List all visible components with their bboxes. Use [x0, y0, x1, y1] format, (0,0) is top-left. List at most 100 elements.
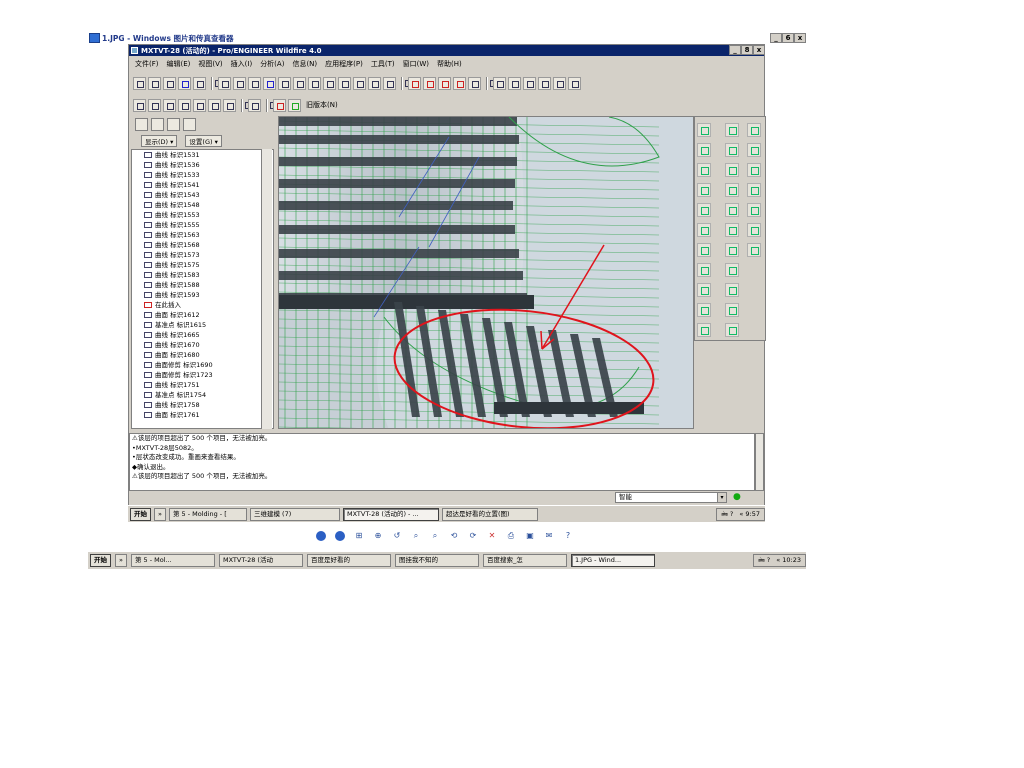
- sweep-tool-icon[interactable]: [697, 303, 711, 317]
- new-file-icon[interactable]: [133, 76, 146, 90]
- model-tab-icon[interactable]: [288, 98, 301, 112]
- delete-icon[interactable]: ✕: [487, 531, 497, 541]
- mapkey-icon[interactable]: [208, 98, 221, 112]
- tree-item[interactable]: 曲面 标识1612: [132, 310, 273, 320]
- curve-tool-icon[interactable]: [697, 183, 711, 197]
- shell-tool-icon[interactable]: [725, 143, 739, 157]
- extend-tool-icon[interactable]: [725, 323, 739, 337]
- actual-size-icon[interactable]: ⊕: [373, 531, 383, 541]
- tree-item[interactable]: 曲线 标识1573: [132, 250, 273, 260]
- open-folder-icon[interactable]: [163, 76, 176, 90]
- shading-icon[interactable]: [538, 76, 551, 90]
- menu-tools[interactable]: 工具(T): [371, 59, 395, 69]
- trim-tool-icon[interactable]: [725, 303, 739, 317]
- favorites-tab-icon[interactable]: [167, 118, 180, 131]
- task-button-active[interactable]: 1.JPG - Wind...: [570, 554, 655, 567]
- thicken-tool-icon[interactable]: [747, 143, 761, 157]
- chamfer-tool-icon[interactable]: [725, 223, 739, 237]
- mirror-icon[interactable]: [193, 98, 206, 112]
- proe-minimize-button[interactable]: _: [729, 45, 741, 55]
- menu-window[interactable]: 窗口(W): [403, 59, 429, 69]
- layers-icon[interactable]: [383, 76, 396, 90]
- csys-icon[interactable]: [453, 76, 466, 90]
- inner-task-button-active[interactable]: MXTVT-28 (活动的) - ...: [342, 507, 439, 521]
- open-for-editing-icon[interactable]: ✉: [544, 531, 554, 541]
- tree-item[interactable]: 曲线 标识1531: [132, 150, 273, 160]
- menu-insert[interactable]: 插入(I): [231, 59, 253, 69]
- context-help-icon[interactable]: [248, 98, 261, 112]
- task-button[interactable]: 百度是好看的: [306, 554, 391, 567]
- solidify-tool-icon[interactable]: [747, 163, 761, 177]
- copy-icon[interactable]: [233, 76, 246, 90]
- inner-start-button[interactable]: 开始: [130, 507, 151, 521]
- window-close-icon[interactable]: [568, 76, 581, 90]
- task-button[interactable]: MXTVT-28 (活动: [218, 554, 303, 567]
- model-tab-label[interactable]: 旧版本(N): [306, 100, 338, 110]
- task-button[interactable]: 百度搜索_怎: [482, 554, 567, 567]
- reorient-icon[interactable]: [353, 76, 366, 90]
- menu-edit[interactable]: 编辑(E): [167, 59, 191, 69]
- tray-icons[interactable]: 🖮 ?: [758, 555, 770, 566]
- tree-item[interactable]: 曲线 标识1548: [132, 200, 273, 210]
- menu-file[interactable]: 文件(F): [135, 59, 159, 69]
- paste-icon[interactable]: [248, 76, 261, 90]
- mirror-tool-icon[interactable]: [725, 263, 739, 277]
- save-copy-icon[interactable]: ▣: [525, 531, 535, 541]
- tree-item[interactable]: 曲线 标识1758: [132, 400, 273, 410]
- inner-task-button[interactable]: 三维建模 (7): [249, 507, 340, 521]
- rib-tool-icon[interactable]: [725, 163, 739, 177]
- regenerate-icon[interactable]: [263, 76, 276, 90]
- folder-browser-tab-icon[interactable]: [151, 118, 164, 131]
- datum-axes-icon[interactable]: [423, 76, 436, 90]
- model-icon[interactable]: [133, 98, 146, 112]
- menu-info[interactable]: 信息(N): [292, 59, 317, 69]
- filter-dropdown-arrow[interactable]: ▾: [717, 493, 726, 502]
- tree-item[interactable]: 曲面修剪 标识1690: [132, 360, 273, 370]
- tree-item[interactable]: 曲线 标识1553: [132, 210, 273, 220]
- task-button[interactable]: 图挂我不知的: [394, 554, 479, 567]
- menu-view[interactable]: 视图(V): [198, 59, 222, 69]
- previous-image-icon[interactable]: [316, 531, 326, 541]
- extrude-tool-icon[interactable]: [697, 263, 711, 277]
- merge-tool-icon[interactable]: [725, 283, 739, 297]
- tree-item[interactable]: 曲线 标识1751: [132, 380, 273, 390]
- message-scrollbar[interactable]: [755, 433, 764, 491]
- hidden-line-icon[interactable]: [508, 76, 521, 90]
- tree-item[interactable]: 曲线 标识1575: [132, 260, 273, 270]
- menu-analysis[interactable]: 分析(A): [260, 59, 284, 69]
- revolve-tool-icon[interactable]: [697, 283, 711, 297]
- select-icon[interactable]: [278, 76, 291, 90]
- analysis-tool-icon[interactable]: [697, 243, 711, 257]
- task-button[interactable]: 第 5 - Mol...: [130, 554, 215, 567]
- tree-item[interactable]: 基准点 标识1615: [132, 320, 273, 330]
- rotate-clockwise-icon[interactable]: ⟲: [449, 531, 459, 541]
- tree-item[interactable]: 在此插入: [132, 300, 273, 310]
- datum-points-icon[interactable]: [438, 76, 451, 90]
- offset-tool-icon[interactable]: [747, 123, 761, 137]
- draft-tool-icon[interactable]: [725, 183, 739, 197]
- start-button[interactable]: 开始: [90, 554, 111, 567]
- rotate-counterclockwise-icon[interactable]: ⟳: [468, 531, 478, 541]
- sketch-tool-icon[interactable]: [697, 123, 711, 137]
- pattern-tool-icon[interactable]: [725, 243, 739, 257]
- tree-item[interactable]: 曲线 标识1533: [132, 170, 273, 180]
- proe-maximize-button[interactable]: 8: [741, 45, 753, 55]
- model-tree-scrollbar[interactable]: [261, 149, 272, 429]
- inner-task-button[interactable]: 第 5 - Molding - [: [168, 507, 247, 521]
- tree-item[interactable]: 曲线 标识1665: [132, 330, 273, 340]
- axis-tool-icon[interactable]: [697, 163, 711, 177]
- wireframe-icon[interactable]: [493, 76, 506, 90]
- fill-tool-icon[interactable]: [747, 243, 761, 257]
- hole-tool-icon[interactable]: [725, 123, 739, 137]
- plane-tool-icon[interactable]: [697, 143, 711, 157]
- history-tab-icon[interactable]: [183, 118, 196, 131]
- tree-item[interactable]: 曲线 标识1568: [132, 240, 273, 250]
- redo-icon[interactable]: [163, 98, 176, 112]
- spin-center-icon[interactable]: [293, 76, 306, 90]
- zoom-out-icon[interactable]: ⌕: [430, 531, 440, 541]
- inner-tray-icons[interactable]: 🖮 ?: [721, 509, 733, 520]
- blend-tool-icon[interactable]: [697, 323, 711, 337]
- refit-icon[interactable]: [338, 76, 351, 90]
- point-tool-icon[interactable]: [697, 203, 711, 217]
- menu-help[interactable]: 帮助(H): [437, 59, 462, 69]
